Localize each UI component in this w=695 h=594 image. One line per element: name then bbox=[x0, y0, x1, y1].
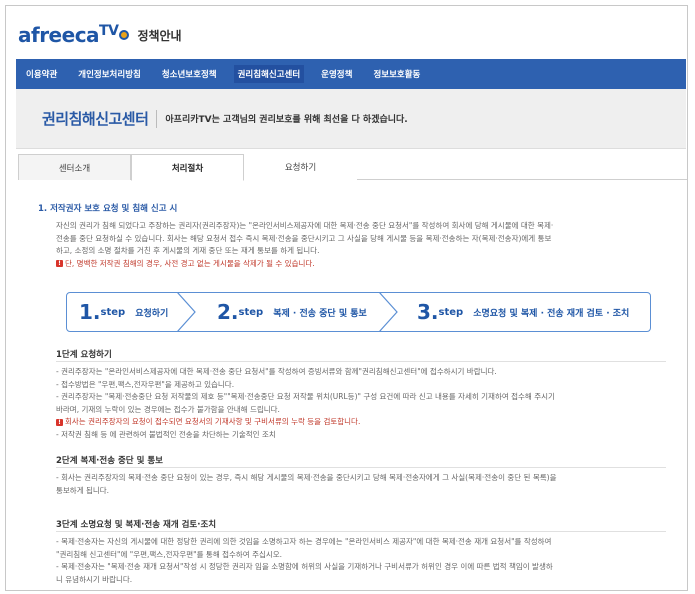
tab-request[interactable]: 요청하기 bbox=[244, 154, 357, 180]
policy-nav: 이용약관 개인정보처리방침 청소년보호정책 권리침해신고센터 운영정책 정보보호… bbox=[16, 59, 686, 89]
page-frame: afreecaTV 정책안내 이용약관 개인정보처리방침 청소년보호정책 권리침… bbox=[5, 5, 688, 591]
step-word: step bbox=[438, 306, 464, 318]
brand-logo[interactable]: afreecaTV bbox=[18, 23, 119, 47]
step3-title: 3단계 소명요청 및 복제·전송 재개 검토·조치 bbox=[56, 520, 217, 530]
page-banner: 권리침해신고센터 아프리카TV는 고객님의 권리보호를 위해 최선을 다 하겠습… bbox=[16, 89, 686, 149]
step-label: 복제 · 전송 중단 및 통보 bbox=[273, 308, 367, 319]
step1-line: - 권리주장자는 "복제·전송중단 요청 저작물의 제호 등""복제·전송중단 … bbox=[56, 392, 555, 401]
content-tabs: 센터소개 처리절차 요청하기 bbox=[18, 154, 687, 181]
tab-center-intro[interactable]: 센터소개 bbox=[18, 154, 131, 180]
banner-description: 아프리카TV는 고객님의 권리보호를 위해 최선을 다 하겠습니다. bbox=[165, 115, 408, 125]
step-number: 3. bbox=[417, 300, 439, 324]
step2-body: - 회사는 권리주장자의 복제·전송 중단 요청이 있는 경우, 즉시 해당 게… bbox=[56, 472, 656, 497]
divider bbox=[56, 361, 666, 362]
divider bbox=[56, 467, 666, 468]
intro-warning: ! 단, 명백한 저작권 침해의 경우, 사전 경고 없는 게시물을 삭제가 될 … bbox=[56, 258, 656, 271]
nav-item-security[interactable]: 정보보호활동 bbox=[373, 68, 420, 80]
page-section-title: 정책안내 bbox=[137, 28, 182, 43]
step-number: 1. bbox=[79, 300, 101, 324]
step-3: 3. step 소명요청 및 복제 · 전송 재개 검토 · 조치 bbox=[417, 293, 629, 331]
divider bbox=[56, 531, 666, 532]
step1-line: 바라며, 기재의 누락이 있는 경우에는 접수가 불가함을 안내해 드립니다. bbox=[56, 404, 280, 414]
intro-line: 전송를 중단 요청하실 수 있습니다. 회사는 해당 요청서 접수 즉시 복제·… bbox=[56, 233, 552, 243]
step2-line: 통보하게 됩니다. bbox=[56, 485, 110, 495]
step-word: step bbox=[100, 306, 126, 318]
nav-item-operation[interactable]: 운영정책 bbox=[321, 68, 352, 80]
step3-line: - 복제·전송자는 "복제·전송 재개 요청서"작성 시 정당한 권리자 임을 … bbox=[56, 562, 553, 571]
chevron-right-icon bbox=[378, 292, 398, 332]
nav-item-youth[interactable]: 청소년보호정책 bbox=[162, 68, 217, 80]
step1-line: - 권리주장자는 "온라인서비스제공자에 대한 복제·전송 중단 요청서"를 작… bbox=[56, 367, 497, 376]
step2-title: 2단계 복제·전송 중단 및 통보 bbox=[56, 456, 164, 466]
nav-item-rights-center[interactable]: 권리침해신고센터 bbox=[233, 65, 305, 83]
step-label: 소명요청 및 복제 · 전송 재개 검토 · 조치 bbox=[473, 308, 630, 319]
banner-title: 권리침해신고센터 bbox=[42, 110, 149, 128]
step1-body: - 권리주장자는 "온라인서비스제공자에 대한 복제·전송 중단 요청서"를 작… bbox=[56, 366, 656, 441]
intro-line: 하고, 소정의 소명 절차를 거친 후 게시물의 게재 중단 또는 재게 통보를… bbox=[56, 246, 320, 255]
process-steps: 1. step 요청하기 2. step 복제 · 전송 중단 및 통보 3. … bbox=[66, 292, 651, 332]
step3-body: - 복제·전송자는 자신의 게시물에 대한 정당한 권리에 의한 것임을 소명하… bbox=[56, 536, 656, 586]
step3-line: - 복제·전송자는 자신의 게시물에 대한 정당한 권리에 의한 것임을 소명하… bbox=[56, 537, 552, 546]
nav-item-privacy[interactable]: 개인정보처리방침 bbox=[78, 68, 141, 80]
step3-line: 니 유념하시기 바랍니다. bbox=[56, 574, 133, 584]
step1-line: - 저작권 침해 등 에 관련하여 불법적인 전송을 차단하는 기술적인 조치 bbox=[56, 429, 276, 439]
step3-line: "권리침해 신고센터"에 "우편,팩스,전자우편"를 통해 접수하여 주십시오. bbox=[56, 549, 283, 559]
warning-icon: ! bbox=[56, 260, 63, 267]
step-number: 2. bbox=[217, 300, 239, 324]
step-1: 1. step 요청하기 bbox=[79, 293, 168, 331]
banner-divider bbox=[156, 109, 158, 128]
warning-icon: ! bbox=[56, 418, 63, 426]
step1-warning: ! 회사는 권리주장자의 요청이 접수되면 요청서의 기재사항 및 구비서류의 누… bbox=[56, 416, 656, 429]
intro-paragraph: 자신의 권리가 침해 되었다고 주장하는 권리자(권리주장자)는 "온라인서비스… bbox=[56, 220, 656, 270]
intro-line: 자신의 권리가 침해 되었다고 주장하는 권리자(권리주장자)는 "온라인서비스… bbox=[56, 221, 554, 230]
chevron-right-icon bbox=[176, 292, 196, 332]
step2-line: - 회사는 권리주장자의 복제·전송 중단 요청이 있는 경우, 즉시 해당 게… bbox=[56, 473, 557, 482]
step-label: 요청하기 bbox=[135, 308, 169, 319]
step1-title: 1단계 요청하기 bbox=[56, 350, 112, 360]
section-title: 1. 저작권자 보호 요청 및 침해 신고 시 bbox=[38, 204, 178, 214]
step-2: 2. step 복제 · 전송 중단 및 통보 bbox=[217, 293, 367, 331]
logo-badge-icon bbox=[119, 30, 130, 40]
logo[interactable]: afreecaTV 정책안내 bbox=[18, 22, 182, 48]
step1-line: - 접수방법은 "우편,팩스,전자우편"을 제공하고 있습니다. bbox=[56, 379, 235, 389]
nav-item-terms[interactable]: 이용약관 bbox=[26, 68, 57, 80]
step-word: step bbox=[238, 306, 264, 318]
tab-process[interactable]: 처리절차 bbox=[131, 154, 244, 181]
